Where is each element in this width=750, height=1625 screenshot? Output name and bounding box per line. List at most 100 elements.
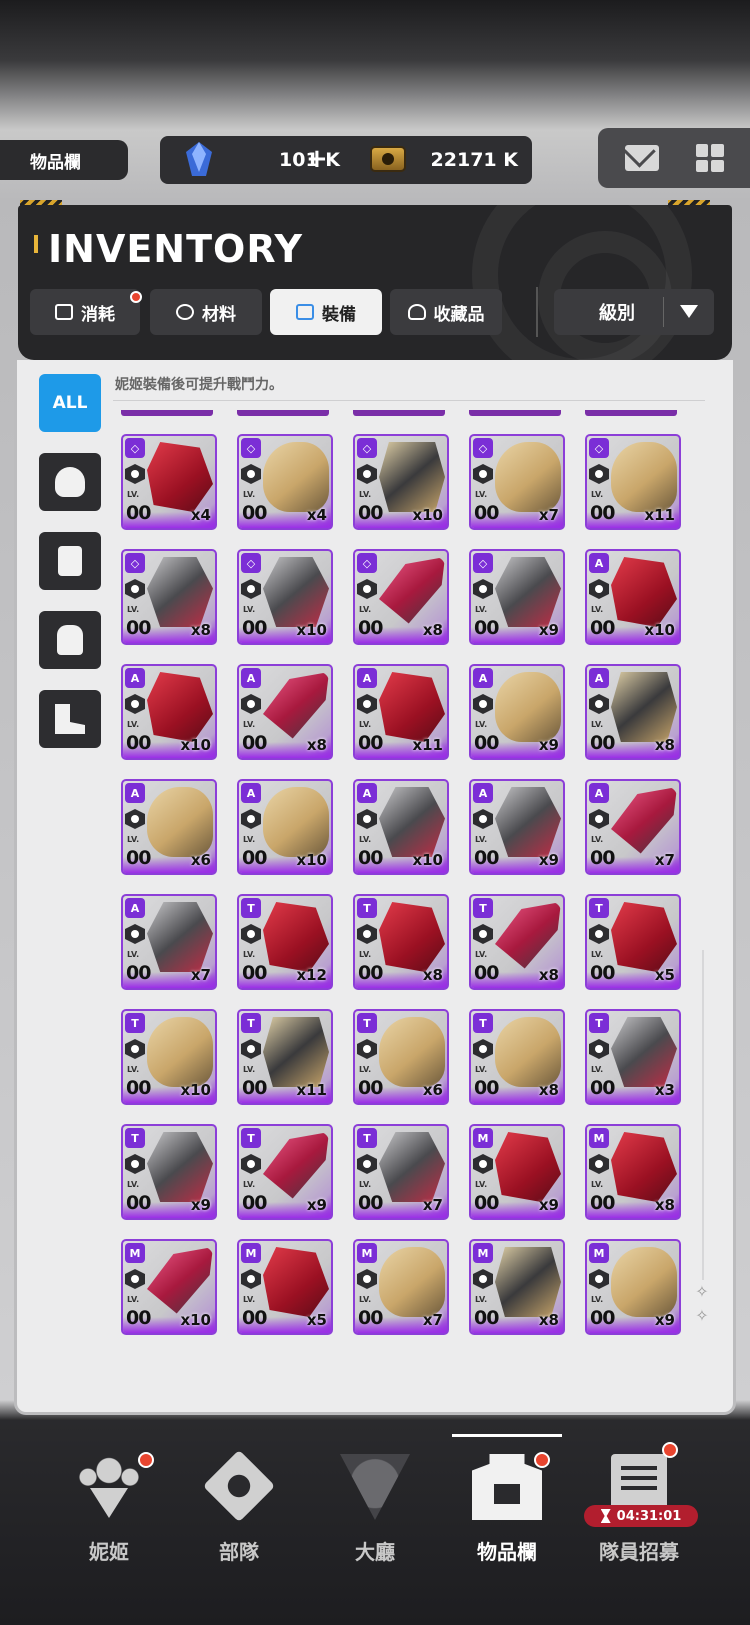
equipment-card[interactable]: T LV. 00 x7 [353, 1124, 449, 1220]
level-label: LV. [475, 1180, 488, 1189]
level-value: 00 [474, 732, 499, 754]
nav-nikke[interactable]: 妮姬 [44, 1440, 174, 1580]
tab-equipment[interactable]: 裝備 [270, 289, 382, 335]
equipment-card[interactable]: T LV. 00 x9 [121, 1124, 217, 1220]
equipment-card[interactable]: T LV. 00 x12 [237, 894, 333, 990]
equipment-card[interactable]: M LV. 00 x8 [585, 1124, 681, 1220]
equipment-card[interactable]: M LV. 00 x9 [469, 1124, 565, 1220]
equipment-art [147, 672, 213, 742]
mail-icon[interactable] [624, 145, 659, 171]
equipment-card[interactable]: A LV. 00 x10 [585, 549, 681, 645]
equipment-card[interactable]: ◇ LV. 00 x4 [121, 434, 217, 530]
nav-squad[interactable]: 部隊 [174, 1440, 304, 1580]
class-icon [473, 1039, 493, 1059]
level-label: LV. [243, 1180, 256, 1189]
equipment-card[interactable]: A LV. 00 x9 [469, 779, 565, 875]
equipment-card[interactable]: ◇ LV. 00 x7 [469, 434, 565, 530]
grid-icon[interactable] [695, 144, 724, 172]
vest-icon [58, 546, 82, 576]
tier-badge: A [357, 783, 377, 803]
dropdown-arrow-icon [680, 305, 698, 318]
equipment-card[interactable]: ◇ LV. 00 x9 [469, 549, 565, 645]
equipment-card[interactable]: ◇ LV. 00 x10 [353, 434, 449, 530]
notification-dot [130, 291, 142, 303]
sort-dropdown[interactable]: 級別 [554, 289, 714, 335]
filter-glove-button[interactable] [39, 611, 101, 669]
equipment-card[interactable]: M LV. 00 x5 [237, 1239, 333, 1335]
class-icon [357, 1039, 377, 1059]
equipment-card[interactable]: A LV. 00 x7 [585, 779, 681, 875]
item-quantity: x9 [190, 1196, 211, 1214]
equipment-card[interactable]: A LV. 00 x10 [237, 779, 333, 875]
tier-badge: A [589, 553, 609, 573]
tab-materials[interactable]: 材料 [150, 289, 262, 335]
scrollbar[interactable] [702, 950, 704, 1280]
tier-badge: T [589, 898, 609, 918]
class-icon [125, 579, 145, 599]
equipment-card[interactable]: ◇ LV. 00 x10 [237, 549, 333, 645]
equipment-card[interactable]: ◇ LV. 00 x8 [121, 549, 217, 645]
equipment-card[interactable]: ◇ LV. 00 x4 [237, 434, 333, 530]
level-label: LV. [127, 720, 140, 729]
tier-badge: M [125, 1243, 145, 1263]
item-quantity: x8 [538, 1311, 559, 1329]
filter-column: ALL [39, 374, 101, 769]
filter-boot-button[interactable] [39, 690, 101, 748]
equipment-card[interactable]: M LV. 00 x8 [469, 1239, 565, 1335]
equipment-card[interactable]: M LV. 00 x7 [353, 1239, 449, 1335]
equipment-card[interactable]: T LV. 00 x11 [237, 1009, 333, 1105]
class-icon [241, 924, 261, 944]
filter-all-button[interactable]: ALL [39, 374, 101, 432]
level-value: 00 [474, 617, 499, 639]
add-gems-button[interactable]: + [306, 144, 328, 174]
item-quantity: x8 [190, 621, 211, 639]
filter-helmet-button[interactable] [39, 453, 101, 511]
filter-vest-button[interactable] [39, 532, 101, 590]
equipment-card[interactable]: M LV. 00 x10 [121, 1239, 217, 1335]
tier-badge: ◇ [241, 438, 261, 458]
equipment-card[interactable]: A LV. 00 x10 [121, 664, 217, 760]
equipment-art [147, 1017, 213, 1087]
class-icon [589, 694, 609, 714]
equipment-card[interactable]: A LV. 00 x10 [353, 779, 449, 875]
class-icon [241, 1039, 261, 1059]
level-label: LV. [127, 1065, 140, 1074]
equipment-card[interactable]: A LV. 00 x11 [353, 664, 449, 760]
equipment-card[interactable]: T LV. 00 x8 [353, 894, 449, 990]
equipment-art [611, 787, 677, 854]
tab-consumables[interactable]: 消耗 [30, 289, 142, 335]
level-label: LV. [359, 1295, 372, 1304]
equipment-card[interactable]: A LV. 00 x6 [121, 779, 217, 875]
equipment-card[interactable]: T LV. 00 x8 [469, 1009, 565, 1105]
level-value: 00 [590, 847, 615, 869]
tier-badge: A [473, 783, 493, 803]
equipment-card[interactable]: T LV. 00 x8 [469, 894, 565, 990]
level-value: 00 [126, 502, 151, 524]
level-value: 00 [242, 962, 267, 984]
nav-lobby[interactable]: 大廳 [310, 1440, 440, 1580]
equipment-card[interactable]: T LV. 00 x9 [237, 1124, 333, 1220]
nav-inventory[interactable]: 物品欄 [442, 1434, 572, 1580]
currency-bar: 101 K + 22171 K [160, 136, 532, 184]
tab-collection[interactable]: 收藏品 [390, 289, 502, 335]
level-label: LV. [127, 490, 140, 499]
equipment-card[interactable]: M LV. 00 x9 [585, 1239, 681, 1335]
equipment-card[interactable]: A LV. 00 x7 [121, 894, 217, 990]
tier-badge: ◇ [473, 438, 493, 458]
equipment-card[interactable]: T LV. 00 x10 [121, 1009, 217, 1105]
scroll-marker-icon: ✧ [695, 1306, 709, 1325]
equipment-card[interactable]: ◇ LV. 00 x11 [585, 434, 681, 530]
level-label: LV. [591, 950, 604, 959]
tier-badge: T [241, 1128, 261, 1148]
equipment-card[interactable]: T LV. 00 x5 [585, 894, 681, 990]
equipment-card[interactable]: T LV. 00 x3 [585, 1009, 681, 1105]
level-value: 00 [242, 617, 267, 639]
item-quantity: x6 [422, 1081, 443, 1099]
equipment-card[interactable]: A LV. 00 x8 [585, 664, 681, 760]
equipment-card[interactable]: A LV. 00 x9 [469, 664, 565, 760]
equipment-card[interactable]: T LV. 00 x6 [353, 1009, 449, 1105]
tier-badge: A [241, 783, 261, 803]
equipment-card[interactable]: A LV. 00 x8 [237, 664, 333, 760]
tier-badge: T [125, 1013, 145, 1033]
equipment-card[interactable]: ◇ LV. 00 x8 [353, 549, 449, 645]
